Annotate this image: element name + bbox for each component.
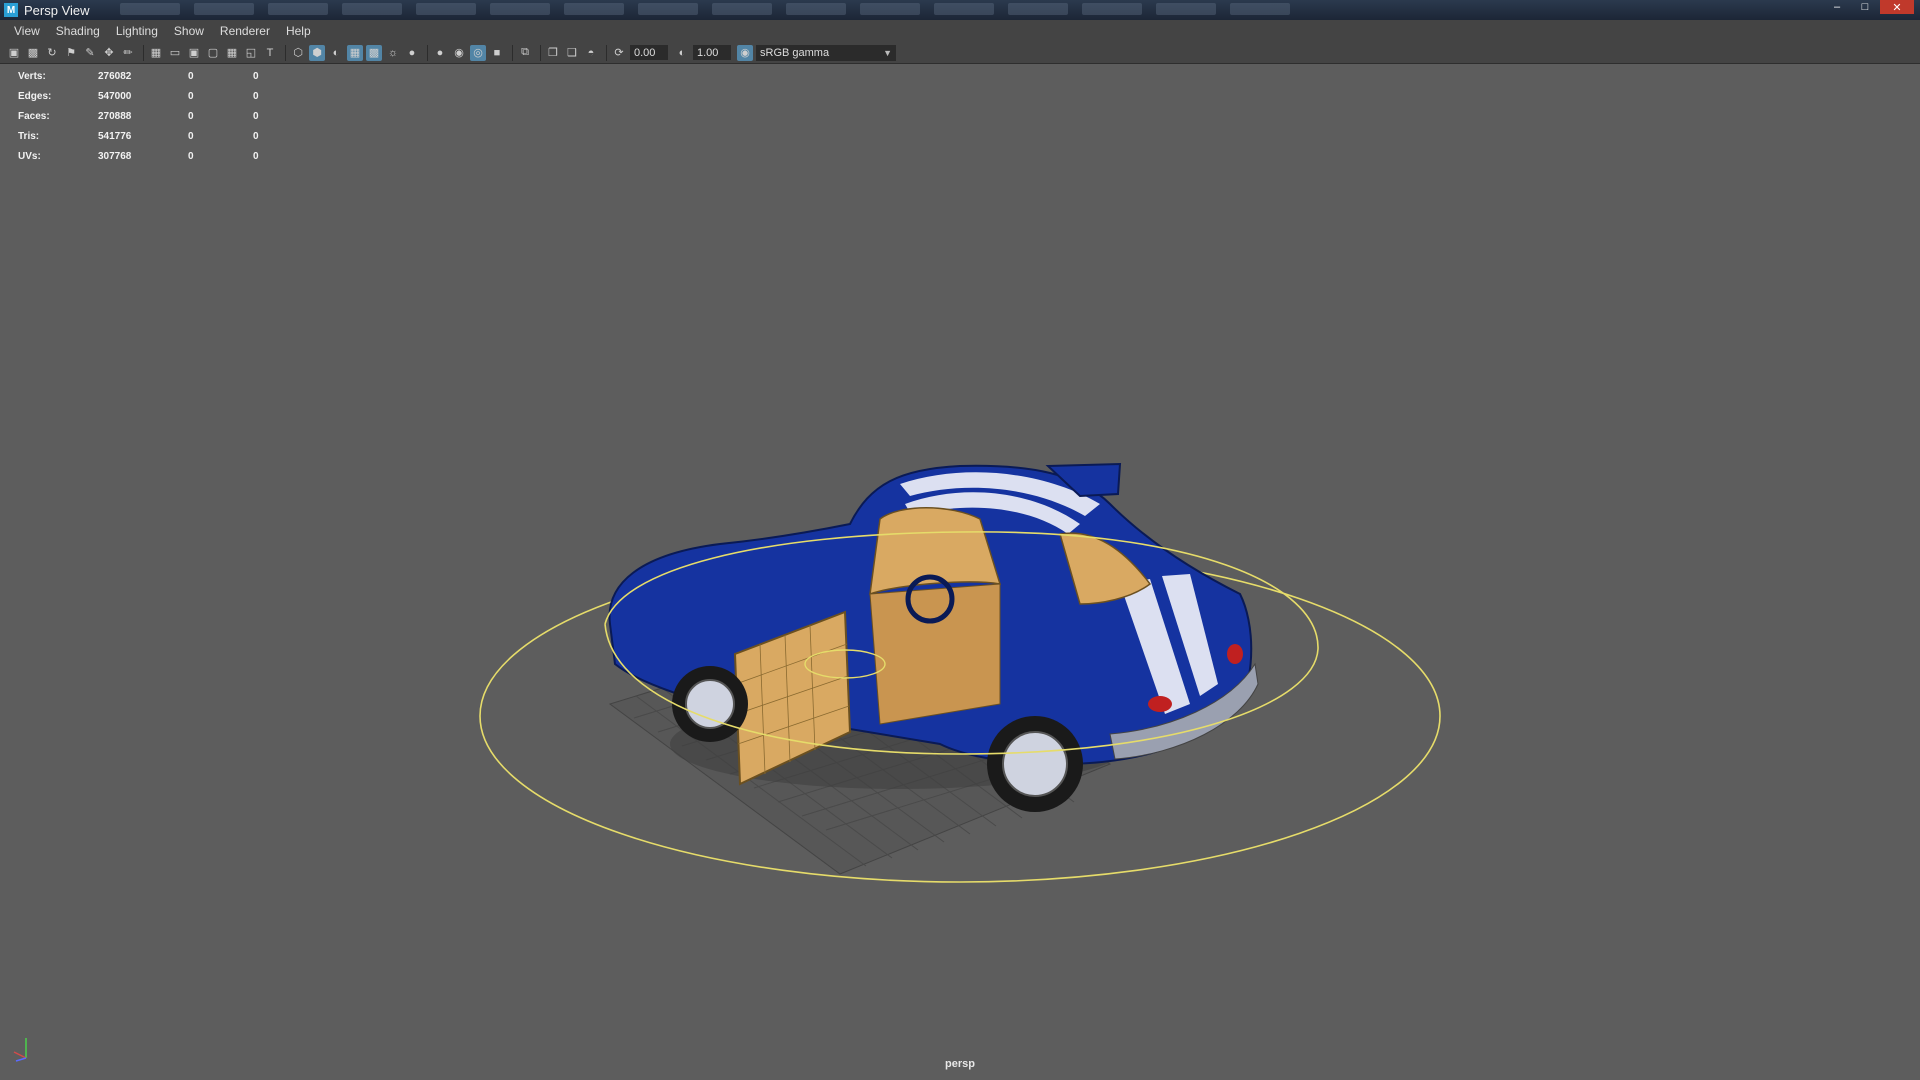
window-title: Persp View <box>24 2 90 18</box>
hud-row-faces: Faces: 270888 0 0 <box>18 106 293 126</box>
separator <box>143 44 144 61</box>
bookmark-flag-icon[interactable]: ⚑ <box>63 45 79 61</box>
grease-pencil-icon[interactable]: ✏ <box>120 45 136 61</box>
depth-of-field-icon[interactable]: ■ <box>489 45 505 61</box>
maximize-button[interactable]: □ <box>1852 0 1878 14</box>
grid-icon[interactable]: ▦ <box>148 45 164 61</box>
shadows-icon[interactable]: ● <box>404 45 420 61</box>
hud-value: 547000 <box>98 90 132 102</box>
menu-show[interactable]: Show <box>166 24 212 38</box>
hud-label: Faces: <box>18 110 50 122</box>
hud-label: UVs: <box>18 150 41 162</box>
separator <box>540 44 541 61</box>
close-button[interactable]: ✕ <box>1880 0 1914 14</box>
hud-row-tris: Tris: 541776 0 0 <box>18 126 293 146</box>
gamma-icon[interactable]: ◐ <box>674 45 690 61</box>
view-transform-value: sRGB gamma <box>760 46 830 59</box>
hud-uv-value: 0 <box>253 110 259 122</box>
menu-shading[interactable]: Shading <box>48 24 108 38</box>
menu-view[interactable]: View <box>6 24 48 38</box>
field-chart-icon[interactable]: ▦ <box>224 45 240 61</box>
hud-label: Verts: <box>18 70 46 82</box>
bookmarks-icon[interactable]: ↻ <box>44 45 60 61</box>
chevron-down-icon: ▼ <box>883 47 892 58</box>
xray-icon[interactable]: ❐ <box>545 45 561 61</box>
minimize-button[interactable]: – <box>1824 0 1850 14</box>
gamma-field[interactable] <box>693 45 731 60</box>
panel-menu-bar: View Shading Lighting Show Renderer Help <box>0 20 1920 42</box>
exposure-icon[interactable]: ⟳ <box>611 45 627 61</box>
hud-label: Tris: <box>18 130 40 142</box>
motion-blur-icon[interactable]: ◉ <box>451 45 467 61</box>
separator <box>285 44 286 61</box>
smooth-shade-icon[interactable]: ⬢ <box>309 44 325 61</box>
view-transform-dropdown[interactable]: sRGB gamma ▼ <box>756 44 896 61</box>
menu-lighting[interactable]: Lighting <box>108 24 166 38</box>
hud-value: 270888 <box>98 110 132 122</box>
wireframe-on-shaded-icon[interactable]: ▦ <box>347 44 363 61</box>
separator <box>427 44 428 61</box>
hud-value: 541776 <box>98 130 132 142</box>
color-management-icon[interactable]: ◉ <box>737 44 753 61</box>
hud-row-edges: Edges: 547000 0 0 <box>18 86 293 106</box>
maya-app-icon: M <box>4 3 18 17</box>
default-material-icon[interactable]: ◐ <box>328 45 344 61</box>
hud-selected-value: 0 <box>188 150 194 162</box>
panel-toolbar: ▣ ▩ ↻ ⚑ ✎ ✥ ✏ ▦ ▭ ▣ ▢ ▦ ◱ T ⬡ ⬢ ◐ ▦ ▩ ☼ … <box>0 42 1920 64</box>
two-d-pan-icon[interactable]: ✥ <box>101 45 117 61</box>
image-plane-icon[interactable]: ✎ <box>82 45 98 61</box>
gate-mask-icon[interactable]: ▢ <box>205 45 221 61</box>
poly-count-hud: Verts: 276082 0 0 Edges: 547000 0 0 Face… <box>18 66 293 166</box>
hud-uv-value: 0 <box>253 130 259 142</box>
hud-selected-value: 0 <box>188 90 194 102</box>
hud-row-uvs: UVs: 307768 0 0 <box>18 146 293 166</box>
resolution-gate-icon[interactable]: ▣ <box>186 45 202 61</box>
textured-icon[interactable]: ▩ <box>366 44 382 61</box>
isolate-select-icon[interactable]: ⧉ <box>517 45 533 61</box>
hud-uv-value: 0 <box>253 90 259 102</box>
hud-row-verts: Verts: 276082 0 0 <box>18 66 293 86</box>
hud-uv-value: 0 <box>253 150 259 162</box>
scene-render <box>479 462 1441 883</box>
separator <box>512 44 513 61</box>
xray-active-components-icon[interactable]: ❑ <box>564 45 580 61</box>
screen-space-ao-icon[interactable]: ● <box>432 45 448 61</box>
hud-selected-value: 0 <box>188 70 194 82</box>
separator <box>606 44 607 61</box>
anti-aliasing-icon[interactable]: ◎ <box>470 44 486 61</box>
use-all-lights-icon[interactable]: ☼ <box>385 45 401 61</box>
safe-action-icon[interactable]: ◱ <box>243 45 259 61</box>
wireframe-icon[interactable]: ⬡ <box>290 45 306 61</box>
hud-value: 276082 <box>98 70 132 82</box>
camera-name-label: persp <box>945 1058 975 1070</box>
menu-help[interactable]: Help <box>278 24 319 38</box>
exposure-field[interactable] <box>630 45 668 60</box>
select-camera-icon[interactable]: ▣ <box>6 45 22 61</box>
xray-joints-icon[interactable]: ◓ <box>583 45 599 61</box>
film-gate-icon[interactable]: ▭ <box>167 45 183 61</box>
perspective-viewport[interactable]: Verts: 276082 0 0 Edges: 547000 0 0 Face… <box>0 64 1920 1080</box>
background-tabs <box>120 3 1700 17</box>
hud-uv-value: 0 <box>253 70 259 82</box>
hud-selected-value: 0 <box>188 130 194 142</box>
camera-attributes-icon[interactable]: ▩ <box>25 45 41 61</box>
hud-value: 307768 <box>98 150 132 162</box>
menu-renderer[interactable]: Renderer <box>212 24 278 38</box>
hud-selected-value: 0 <box>188 110 194 122</box>
safe-title-icon[interactable]: T <box>262 45 278 61</box>
hud-label: Edges: <box>18 90 52 102</box>
title-bar: M Persp View – □ ✕ <box>0 0 1920 20</box>
